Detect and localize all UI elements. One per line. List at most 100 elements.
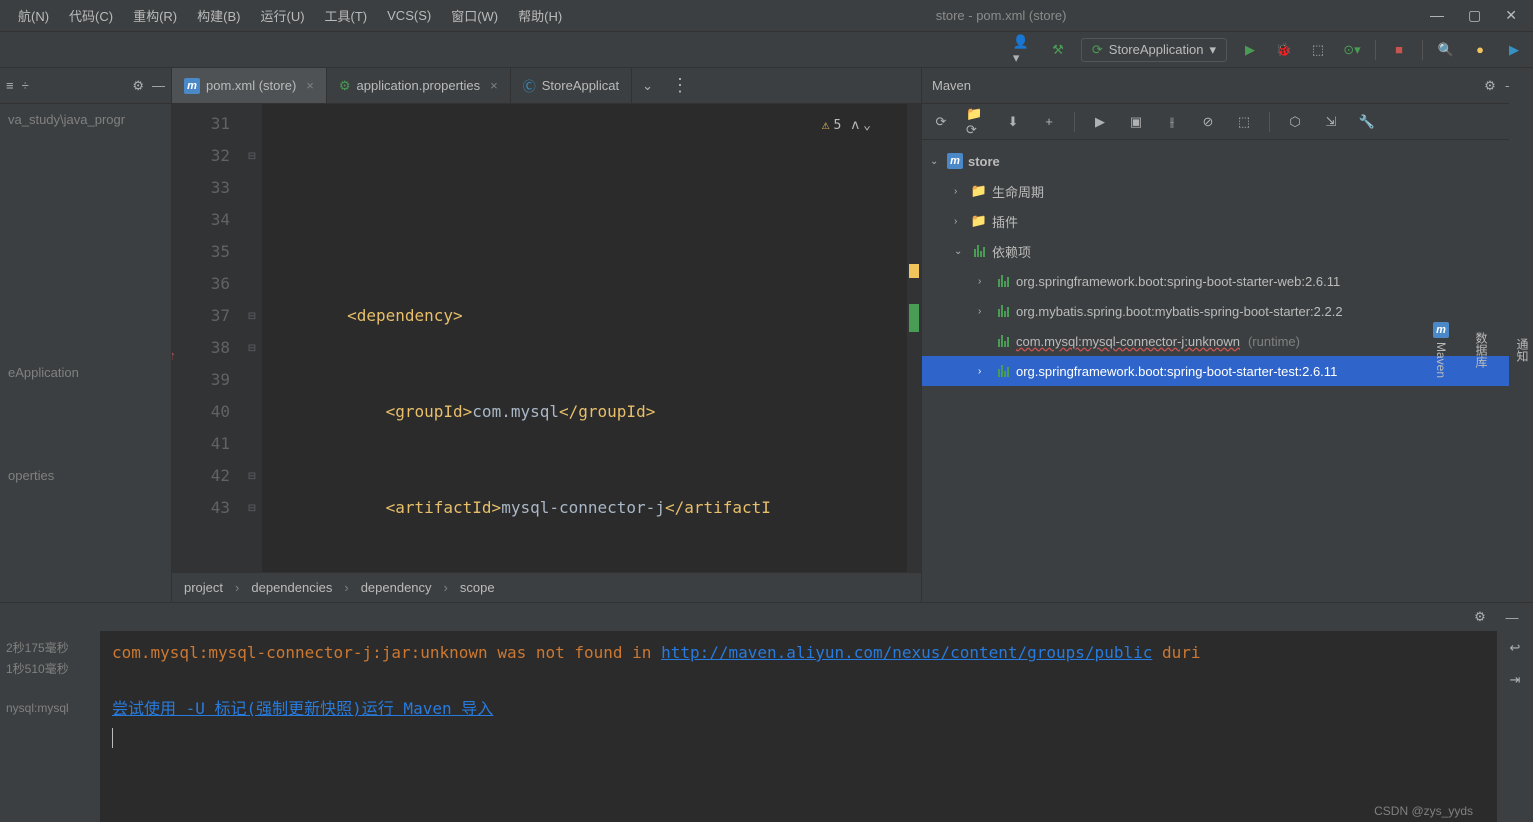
tree-lifecycle[interactable]: › 📁 生命周期 <box>922 176 1533 206</box>
menu-vcs[interactable]: VCS(S) <box>377 0 441 31</box>
right-tab-notifications[interactable]: 通知 <box>1512 330 1533 370</box>
separator <box>1375 40 1376 60</box>
right-tab-maven[interactable]: mMaven <box>1431 314 1451 386</box>
fold-icon[interactable]: ⊟ <box>242 332 262 364</box>
menu-help[interactable]: 帮助(H) <box>508 0 572 31</box>
execute-icon[interactable]: ▣ <box>1125 111 1147 133</box>
reload-icon[interactable]: ⟳ <box>930 111 952 133</box>
hint-link[interactable]: 尝试使用 -U 标记(强制更新快照)运行 Maven 导入 <box>112 699 493 718</box>
code-area[interactable]: ⚠ 5 ʌ ⌄ <dependency> <groupId>com.mysql<… <box>262 104 921 572</box>
dependency-icon[interactable]: ⬡ <box>1284 111 1306 133</box>
breadcrumb-item[interactable]: dependencies <box>251 580 332 595</box>
timing-label: 1秒510毫秒 <box>6 658 94 679</box>
right-tool-strip: 通知 数据库 mMaven <box>1509 68 1533 602</box>
run-maven-icon[interactable]: ▶ <box>1089 111 1111 133</box>
project-sidebar: ≡ ÷ ⚙ — va_study\java_progr eApplication… <box>0 68 172 602</box>
more-tabs-icon[interactable]: ⋮ <box>663 75 697 96</box>
user-icon[interactable]: 👤▾ <box>1013 39 1035 61</box>
menu-run[interactable]: 运行(U) <box>250 0 314 31</box>
tab-properties[interactable]: ⚙ application.properties × <box>327 68 511 103</box>
trunc-label: nysql:mysql <box>6 699 94 717</box>
warning-icon: ⚠ <box>822 110 830 142</box>
fold-icon[interactable]: ⊟ <box>242 140 262 172</box>
close-tab-icon[interactable]: × <box>490 78 498 93</box>
gear-icon[interactable]: ⚙ <box>1479 75 1501 97</box>
collapse-arrow-icon[interactable]: › <box>954 186 966 197</box>
add-icon[interactable]: + <box>1038 111 1060 133</box>
generate-icon[interactable]: 📁⟳ <box>966 111 988 133</box>
collapse-icon[interactable]: ÷ <box>22 78 29 93</box>
maven-toolbar: ⟳ 📁⟳ ⬇ + ▶ ▣ ⫲ ⊘ ⬚ ⬡ ⇲ 🔧 <box>922 104 1533 140</box>
play-icon[interactable]: ▶ <box>1503 39 1525 61</box>
menu-build[interactable]: 构建(B) <box>187 0 250 31</box>
next-icon[interactable]: ⌄ <box>863 110 871 142</box>
prev-icon[interactable]: ʌ <box>851 110 859 142</box>
download-icon[interactable]: ⬇ <box>1002 111 1024 133</box>
menu-window[interactable]: 窗口(W) <box>441 0 508 31</box>
breadcrumb-item[interactable]: dependency <box>361 580 432 595</box>
profile-icon[interactable]: ⊙▾ <box>1341 39 1363 61</box>
console-output[interactable]: com.mysql:mysql-connector-j:jar:unknown … <box>100 631 1497 822</box>
sidebar-item[interactable]: operties <box>0 464 171 487</box>
collapse-all-icon[interactable]: ⇲ <box>1320 111 1342 133</box>
collapse-arrow-icon[interactable]: › <box>954 216 966 227</box>
debug-icon[interactable]: 🐞 <box>1273 39 1295 61</box>
coverage-icon[interactable]: ⬚ <box>1307 39 1329 61</box>
breadcrumb-item[interactable]: scope <box>460 580 495 595</box>
expand-arrow-icon[interactable]: ⌄ <box>930 156 942 167</box>
run-icon[interactable]: ▶ <box>1239 39 1261 61</box>
run-config-selector[interactable]: ⟳ StoreApplication ▾ <box>1081 38 1227 62</box>
tree-dependencies[interactable]: ⌄ 依赖项 <box>922 236 1533 266</box>
collapse-arrow-icon[interactable]: › <box>978 276 990 287</box>
fold-icon[interactable]: ⊟ <box>242 300 262 332</box>
maximize-icon[interactable]: ▢ <box>1468 7 1481 24</box>
breadcrumb-item[interactable]: project <box>184 580 223 595</box>
bottom-body: 2秒175毫秒 1秒510毫秒 nysql:mysql com.mysql:my… <box>0 631 1533 822</box>
library-icon <box>994 305 1012 317</box>
expand-arrow-icon[interactable]: ⌄ <box>954 246 966 257</box>
menu-nav[interactable]: 航(N) <box>8 0 59 31</box>
tab-storeapp[interactable]: Ⓒ StoreApplicat <box>511 68 632 103</box>
sidebar-item[interactable]: eApplication <box>0 361 171 384</box>
editor-body[interactable]: 31 32 33 34 35 36 37 ⬤↑38 39 40 41 42 43… <box>172 104 921 572</box>
menu-code[interactable]: 代码(C) <box>59 0 123 31</box>
close-tab-icon[interactable]: × <box>306 78 314 93</box>
fold-icon[interactable]: ⊟ <box>242 460 262 492</box>
collapse-arrow-icon[interactable]: › <box>978 306 990 317</box>
breadcrumbs: project › dependencies › dependency › sc… <box>172 572 921 602</box>
error-url-link[interactable]: http://maven.aliyun.com/nexus/content/gr… <box>661 643 1152 662</box>
tab-pom[interactable]: m pom.xml (store) × <box>172 68 327 103</box>
tree-plugins[interactable]: › 📁 插件 <box>922 206 1533 236</box>
toggle-icon[interactable]: ⫲ <box>1161 111 1183 133</box>
menu-tools[interactable]: 工具(T) <box>315 0 378 31</box>
tab-label: StoreApplicat <box>542 78 619 93</box>
inspection-badge[interactable]: ⚠ 5 ʌ ⌄ <box>822 110 871 142</box>
tree-root[interactable]: ⌄ m store <box>922 146 1533 176</box>
expand-icon[interactable]: ≡ <box>6 78 14 93</box>
soft-wrap-icon[interactable]: ↩ <box>1504 637 1526 659</box>
folder-icon: 📁 <box>970 183 988 199</box>
gear-icon[interactable]: ⚙ <box>1469 606 1491 628</box>
fold-icon[interactable]: ⊟ <box>242 492 262 524</box>
offline-icon[interactable]: ⬚ <box>1233 111 1255 133</box>
scroll-to-end-icon[interactable]: ⇥ <box>1504 669 1526 691</box>
hammer-icon[interactable]: ⚒ <box>1047 39 1069 61</box>
collapse-arrow-icon[interactable]: › <box>978 366 990 377</box>
separator <box>1422 40 1423 60</box>
update-icon[interactable]: ● <box>1469 39 1491 61</box>
sidebar-path[interactable]: va_study\java_progr <box>0 108 171 131</box>
wrench-icon[interactable]: 🔧 <box>1356 111 1378 133</box>
skip-tests-icon[interactable]: ⊘ <box>1197 111 1219 133</box>
minimize-panel-icon[interactable]: — <box>1501 606 1523 628</box>
close-icon[interactable]: ✕ <box>1505 7 1517 24</box>
right-tab-database[interactable]: 数据库 <box>1471 324 1492 376</box>
minimize-icon[interactable]: — <box>1430 7 1444 24</box>
tree-dep-item[interactable]: › org.springframework.boot:spring-boot-s… <box>922 266 1533 296</box>
folder-icon: 📁 <box>970 213 988 229</box>
gear-icon[interactable]: ⚙ <box>132 78 144 94</box>
menu-refactor[interactable]: 重构(R) <box>123 0 187 31</box>
minimize-sidebar-icon[interactable]: — <box>152 78 165 93</box>
search-icon[interactable]: 🔍 <box>1435 39 1457 61</box>
stop-icon[interactable]: ■ <box>1388 39 1410 61</box>
tabs-dropdown-icon[interactable]: ⌄ <box>632 78 663 94</box>
